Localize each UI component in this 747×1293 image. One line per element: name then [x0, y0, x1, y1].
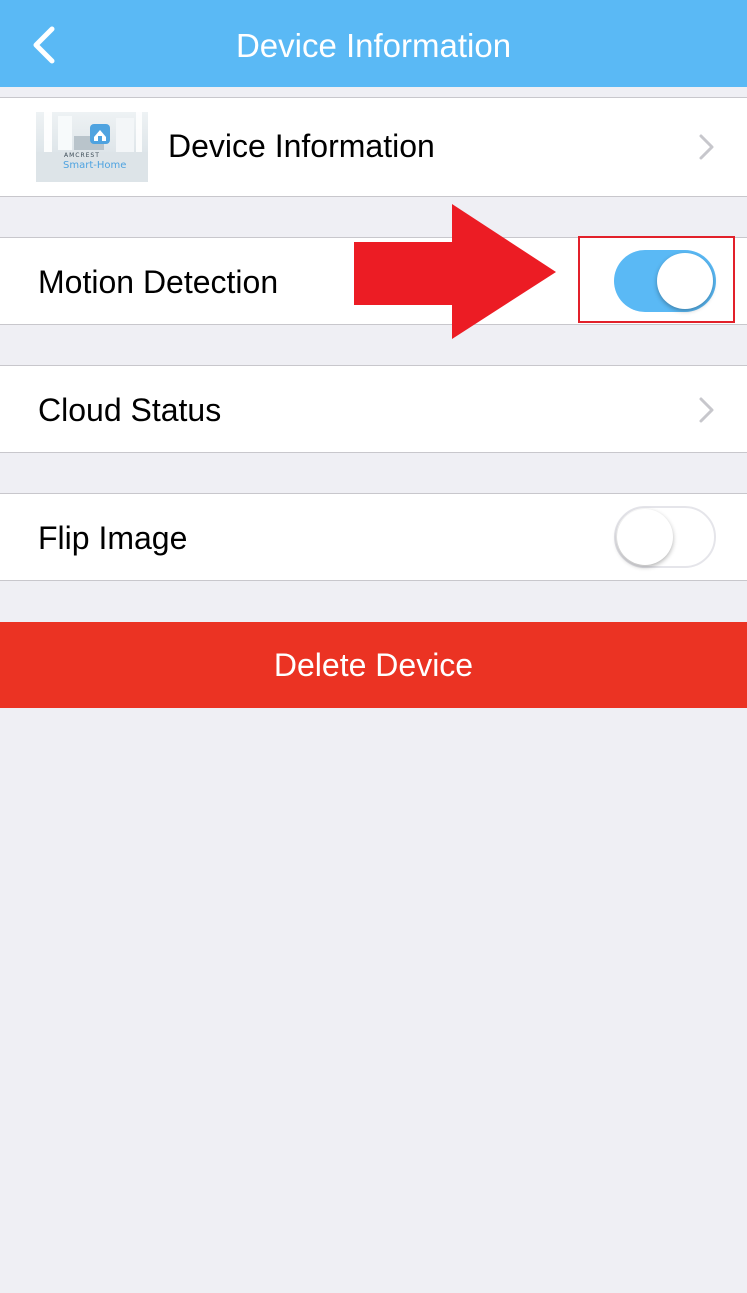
thumbnail-brand: AMCREST [64, 152, 100, 159]
toggle-knob [617, 509, 673, 565]
thumbnail-subtitle: Smart-Home [63, 160, 127, 171]
delete-device-button[interactable]: Delete Device [0, 622, 747, 708]
device-thumbnail: AMCREST Smart-Home [36, 112, 148, 182]
device-information-row[interactable]: AMCREST Smart-Home Device Information [0, 97, 747, 197]
chevron-right-icon [699, 134, 714, 160]
room-image-icon [36, 112, 148, 182]
chevron-right-icon [699, 397, 714, 423]
arrow-right-icon [354, 204, 556, 339]
cloud-status-label: Cloud Status [38, 392, 222, 428]
page-title: Device Information [235, 27, 512, 64]
flip-image-row: Flip Image [0, 493, 747, 581]
device-information-label: Device Information [168, 128, 435, 164]
flip-image-label: Flip Image [38, 520, 188, 556]
flip-image-toggle[interactable] [614, 506, 716, 568]
motion-detection-label: Motion Detection [38, 264, 279, 300]
red-highlight-box [578, 236, 735, 323]
navigation-bar: Device Information [0, 0, 747, 87]
cloud-status-row[interactable]: Cloud Status [0, 365, 747, 453]
